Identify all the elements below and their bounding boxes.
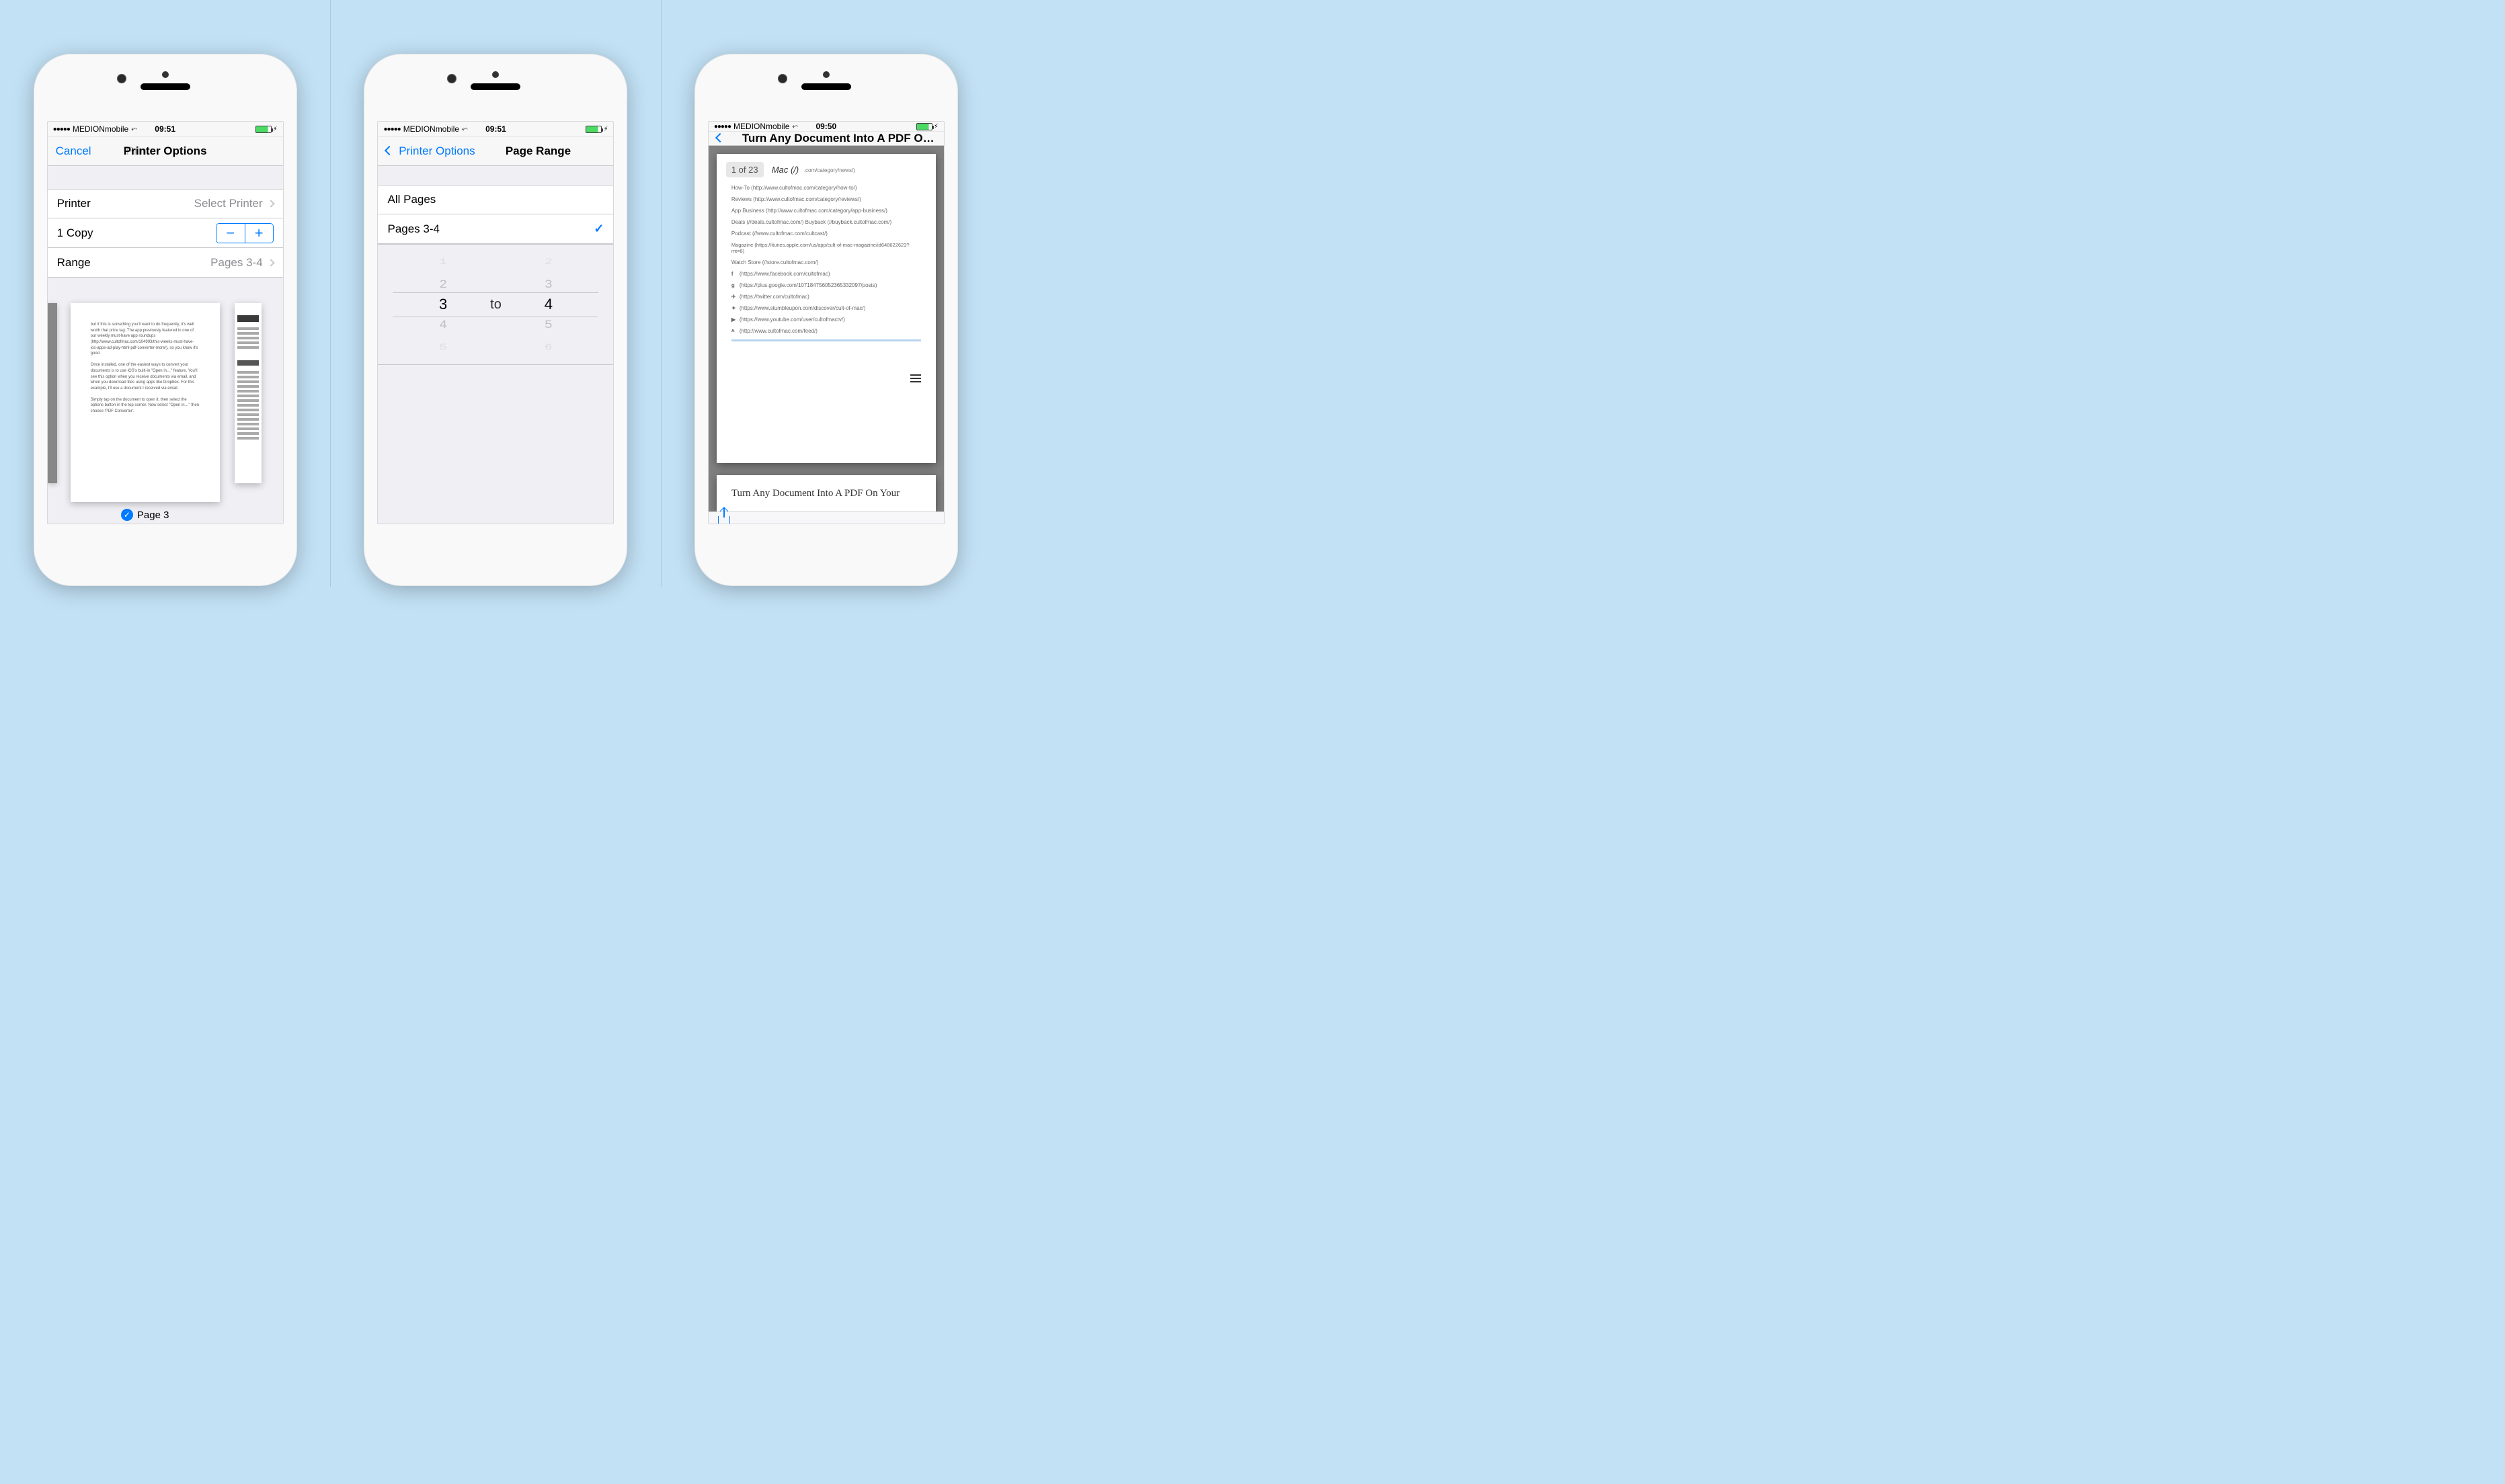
phone-frame: ●●●●● MEDIONmobile ⬿ 09:50 ⚡︎ Turn Any D… (694, 54, 958, 586)
chevron-left-icon (715, 133, 725, 142)
carrier-label: MEDIONmobile (733, 122, 789, 131)
prev-page-sliver[interactable] (48, 303, 57, 483)
chevron-right-icon (267, 259, 274, 266)
status-bar: ●●●●● MEDIONmobile ⬿ 09:50 ⚡︎ (709, 122, 944, 131)
earpiece-speaker (141, 83, 190, 90)
social-link: (https://www.stumbleupon.com/discover/cu… (731, 305, 921, 311)
copies-stepper: − + (216, 223, 274, 243)
status-time: 09:51 (485, 124, 506, 134)
nav-bar: Turn Any Document Into A PDF On Y… (709, 131, 944, 146)
social-link: (http://www.cultofmac.com/feed/) (731, 328, 921, 334)
signal-strength-icon: ●●●●● (53, 126, 70, 133)
social-link: (https://plus.google.com/107184756052365… (731, 282, 921, 288)
nav-title: Page Range (506, 145, 571, 158)
screen: ●●●●● MEDIONmobile ⬿ 09:51 ⚡︎ Printer Op… (377, 121, 614, 524)
phone-frame: ●●●●● MEDIONmobile ⬿ 09:51 ⚡︎ Cancel Pri… (34, 54, 297, 586)
status-time: 09:51 (155, 124, 175, 134)
pages-3-4-row[interactable]: Pages 3-4 ✓ (378, 214, 613, 244)
page-range-picker: 1 2 3 4 5 to 2 3 4 5 6 (378, 244, 613, 365)
to-label: to (490, 297, 502, 313)
page-selected-check-icon[interactable]: ✓ (121, 509, 133, 521)
page-thumbnail-3[interactable]: but if this is something you'll want to … (71, 303, 220, 502)
nav-title: Printer Options (124, 145, 207, 158)
page-header-fragment: Mac (/) (772, 165, 799, 175)
battery-icon (255, 126, 272, 133)
status-bar: ●●●●● MEDIONmobile ⬿ 09:51 ⚡︎ (48, 122, 283, 136)
document-scrollview[interactable]: 1 of 23 Mac (/) .com/category/news/) How… (709, 146, 944, 511)
pages-3-4-label: Pages 3-4 (387, 222, 440, 236)
page-3-label: Page 3 (137, 509, 169, 521)
blue-divider (731, 339, 921, 341)
range-row[interactable]: Range Pages 3-4 (48, 248, 283, 278)
social-link: (https://www.facebook.com/cultofmac) (731, 271, 921, 277)
wifi-icon: ⬿ (792, 122, 798, 131)
battery-icon (916, 123, 932, 130)
copies-row: 1 Copy − + (48, 218, 283, 248)
nav-bar: Printer Options Page Range (378, 136, 613, 166)
pdf-page-2[interactable]: Turn Any Document Into A PDF On Your (717, 475, 936, 511)
charging-icon: ⚡︎ (934, 123, 939, 130)
printer-label: Printer (57, 197, 91, 210)
nav-bar: Cancel Printer Options Print (48, 136, 283, 166)
charging-icon: ⚡︎ (603, 126, 608, 133)
status-time: 09:50 (816, 122, 836, 131)
chevron-left-icon (385, 146, 394, 155)
screen: ●●●●● MEDIONmobile ⬿ 09:51 ⚡︎ Cancel Pri… (47, 121, 284, 524)
copies-minus-button[interactable]: − (216, 224, 245, 243)
front-camera (778, 74, 787, 83)
from-page-wheel[interactable]: 1 2 3 4 5 (416, 254, 470, 355)
chevron-right-icon (267, 200, 274, 207)
social-link-list: (https://www.facebook.com/cultofmac) (htt… (731, 271, 921, 334)
social-link: (https://www.youtube.com/user/cultofmact… (731, 317, 921, 323)
printer-value: Select Printer (194, 197, 263, 210)
sensor-dot (823, 71, 830, 78)
front-camera (447, 74, 456, 83)
hamburger-menu-icon[interactable] (910, 374, 921, 382)
charging-icon: ⚡︎ (273, 126, 278, 133)
signal-strength-icon: ●●●●● (383, 126, 400, 133)
front-camera (117, 74, 126, 83)
page-preview-area[interactable]: but if this is something you'll want to … (48, 278, 283, 524)
page-thumbnail-4[interactable] (235, 303, 262, 483)
page-header-url-fragment: .com/category/news/) (804, 167, 855, 173)
page-count-badge: 1 of 23 (726, 162, 764, 177)
copies-label: 1 Copy (57, 226, 93, 240)
pdf-page-1[interactable]: 1 of 23 Mac (/) .com/category/news/) How… (717, 154, 936, 463)
selected-check-icon: ✓ (594, 222, 604, 236)
social-link: (https://twitter.com/cultofmac) (731, 294, 921, 300)
page-3-label-row: ✓ Page 3 (71, 509, 220, 521)
status-bar: ●●●●● MEDIONmobile ⬿ 09:51 ⚡︎ (378, 122, 613, 136)
range-label: Range (57, 256, 91, 270)
back-button[interactable]: Printer Options (386, 145, 475, 158)
earpiece-speaker (471, 83, 520, 90)
bottom-toolbar (709, 511, 944, 524)
back-button[interactable] (717, 132, 737, 145)
battery-icon (586, 126, 602, 133)
signal-strength-icon: ●●●●● (714, 123, 731, 130)
to-page-wheel[interactable]: 2 3 4 5 6 (522, 254, 575, 355)
sensor-dot (492, 71, 499, 78)
cancel-button[interactable]: Cancel (56, 145, 103, 158)
carrier-label: MEDIONmobile (403, 124, 459, 134)
screen: ●●●●● MEDIONmobile ⬿ 09:50 ⚡︎ Turn Any D… (708, 121, 945, 524)
wifi-icon: ⬿ (462, 125, 468, 134)
sensor-dot (162, 71, 169, 78)
all-pages-label: All Pages (387, 193, 436, 206)
nav-title: Turn Any Document Into A PDF On Y… (742, 132, 937, 145)
back-label: Printer Options (399, 145, 475, 157)
all-pages-row[interactable]: All Pages (378, 185, 613, 214)
carrier-label: MEDIONmobile (73, 124, 128, 134)
copies-plus-button[interactable]: + (245, 224, 273, 243)
phone-frame: ●●●●● MEDIONmobile ⬿ 09:51 ⚡︎ Printer Op… (364, 54, 627, 586)
earpiece-speaker (801, 83, 851, 90)
share-icon[interactable] (718, 516, 730, 524)
wifi-icon: ⬿ (131, 125, 137, 134)
range-value: Pages 3-4 (210, 256, 263, 270)
article-title: Turn Any Document Into A PDF On Your (731, 487, 921, 499)
printer-row[interactable]: Printer Select Printer (48, 189, 283, 218)
